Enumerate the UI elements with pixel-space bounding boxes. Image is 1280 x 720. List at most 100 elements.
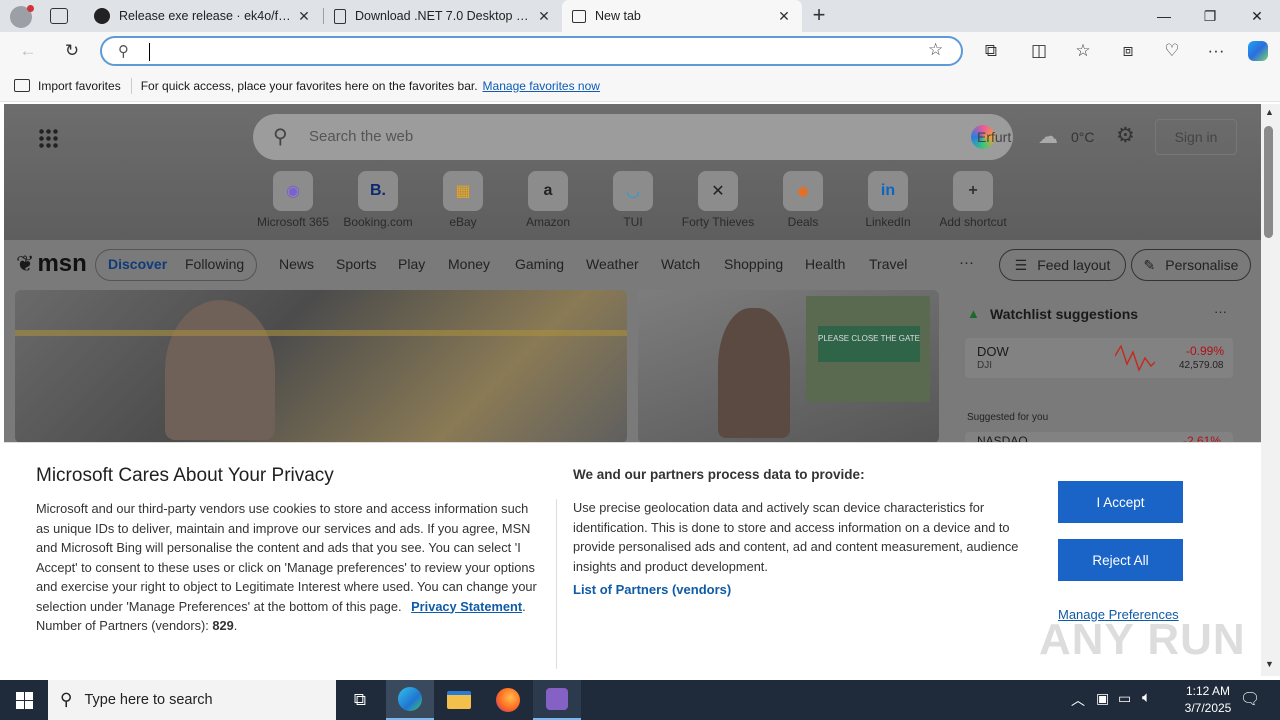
nav-item-health[interactable]: Health	[805, 256, 845, 272]
scroll-up-arrow-icon[interactable]: ▲	[1265, 107, 1274, 117]
close-tab-icon[interactable]: ✕	[776, 8, 792, 25]
nav-item-shopping[interactable]: Shopping	[724, 256, 783, 272]
collections-icon[interactable]: ⧈	[1113, 37, 1143, 65]
taskbar-file-explorer[interactable]	[435, 680, 483, 720]
hero-story-card[interactable]	[15, 290, 627, 443]
tab-following[interactable]: Following	[185, 256, 244, 272]
import-favorites-icon[interactable]	[14, 79, 30, 92]
watchlist-more-icon[interactable]: ···	[1214, 304, 1227, 319]
start-button[interactable]	[0, 680, 48, 720]
clock-time: 1:12 AM	[1185, 684, 1231, 698]
shortcut-tile[interactable]: in LinkedIn	[846, 171, 930, 229]
extensions-icon[interactable]: ⧉	[976, 37, 1006, 65]
network-icon[interactable]: ▭	[1118, 690, 1131, 707]
tab-github-release[interactable]: Release exe release · ek4o/fake-e ✕	[84, 0, 322, 32]
weather-location[interactable]: Erfurt	[977, 129, 1011, 145]
shortcut-tile[interactable]: + Add shortcut	[931, 171, 1015, 229]
taskbar-visual-studio[interactable]	[533, 680, 581, 720]
apps-launcher-icon[interactable]	[38, 128, 58, 148]
sign-in-button[interactable]: Sign in	[1155, 119, 1237, 155]
copilot-icon[interactable]	[1243, 37, 1273, 65]
new-tab-button[interactable]: +	[808, 3, 830, 27]
import-favorites-button[interactable]: Import favorites	[38, 79, 121, 93]
back-button[interactable]: ←	[13, 37, 43, 65]
clock[interactable]: 1:12 AM 3/7/2025	[1170, 683, 1246, 717]
scroll-down-arrow-icon[interactable]: ▼	[1265, 659, 1274, 669]
more-categories-icon[interactable]: ···	[959, 254, 974, 271]
page-scrollbar[interactable]: ▲ ▼	[1261, 104, 1280, 676]
nav-item-gaming[interactable]: Gaming	[515, 256, 564, 272]
close-window-button[interactable]: ✕	[1234, 0, 1280, 32]
address-bar[interactable]: ⚲ ☆	[100, 36, 963, 66]
accept-button[interactable]: I Accept	[1058, 481, 1183, 523]
taskbar-search-placeholder: Type here to search	[84, 692, 213, 708]
shortcut-tile[interactable]: ✕ Forty Thieves	[676, 171, 760, 229]
shortcut-icon: ▦	[443, 171, 483, 211]
minimize-button[interactable]: —	[1141, 0, 1187, 32]
task-view-button[interactable]: ⧉	[336, 680, 384, 720]
favorites-icon[interactable]: ☆	[1068, 37, 1098, 65]
stock-sparkline	[1115, 344, 1155, 372]
personalise-button[interactable]: ✎ Personalise	[1131, 249, 1251, 281]
shortcut-label: Forty Thieves	[681, 215, 755, 229]
shortcut-tile[interactable]: B. Booking.com	[336, 171, 420, 229]
tab-dotnet-download[interactable]: Download .NET 7.0 Desktop Runt ✕	[324, 0, 562, 32]
manage-favorites-link[interactable]: Manage favorites now	[483, 79, 600, 93]
taskbar-firefox[interactable]	[484, 680, 532, 720]
accept-label: I Accept	[1096, 494, 1145, 510]
performance-icon[interactable]: ♡	[1157, 37, 1187, 65]
feed-layout-button[interactable]: ☰ Feed layout	[999, 249, 1126, 281]
privacy-statement-link[interactable]: Privacy Statement	[411, 599, 522, 614]
nav-item-travel[interactable]: Travel	[869, 256, 907, 272]
secondary-story-card[interactable]: PLEASE CLOSE THE GATE	[638, 290, 939, 443]
list-of-partners-link[interactable]: List of Partners (vendors)	[573, 582, 731, 597]
nav-item-play[interactable]: Play	[398, 256, 425, 272]
more-menu-icon[interactable]: ···	[1201, 37, 1231, 65]
close-tab-icon[interactable]: ✕	[536, 8, 552, 25]
msn-logo[interactable]: ❦ msn	[16, 250, 87, 278]
favorite-star-icon[interactable]: ☆	[928, 40, 943, 60]
show-hidden-icons-chevron[interactable]: ︿	[1071, 690, 1085, 710]
refresh-button[interactable]: ↻	[57, 37, 87, 65]
nav-item-weather[interactable]: Weather	[586, 256, 639, 272]
windows-logo-icon	[15, 691, 33, 709]
shortcut-icon: B.	[358, 171, 398, 211]
profile-avatar[interactable]	[10, 5, 34, 28]
shortcut-tile[interactable]: ▦ eBay	[421, 171, 505, 229]
taskbar-search-box[interactable]: ⚲ Type here to search	[48, 680, 336, 720]
stock-value: 42,579.08	[1179, 360, 1224, 371]
nav-item-money[interactable]: Money	[448, 256, 490, 272]
stock-row-dow[interactable]: DOW DJI -0.99% 42,579.08	[965, 338, 1233, 378]
nav-item-news[interactable]: News	[279, 256, 314, 272]
story-image-person	[718, 308, 790, 438]
privacy-body: Microsoft and our third-party vendors us…	[36, 501, 537, 633]
split-screen-icon[interactable]: ◫	[1024, 37, 1054, 65]
tab-actions-icon[interactable]	[50, 8, 68, 24]
story-image-sign: PLEASE CLOSE THE GATE	[806, 296, 930, 402]
shortcut-tile[interactable]: ◉ Microsoft 365	[251, 171, 335, 229]
tab-title: New tab	[595, 9, 641, 23]
reject-all-button[interactable]: Reject All	[1058, 539, 1183, 581]
restore-button[interactable]: ❐	[1187, 0, 1233, 32]
device-icon[interactable]: ▣	[1096, 690, 1109, 707]
nav-item-watch[interactable]: Watch	[661, 256, 700, 272]
address-input[interactable]	[147, 43, 907, 61]
taskbar-edge[interactable]	[386, 680, 434, 720]
volume-icon[interactable]: 🔈︎	[1142, 689, 1151, 706]
tab-title: Download .NET 7.0 Desktop Runt	[355, 9, 536, 23]
settings-gear-icon[interactable]: ⚙	[1116, 123, 1135, 148]
web-search-box[interactable]: ⚲ Search the web	[253, 114, 1013, 160]
tab-new-tab[interactable]: New tab ✕	[562, 0, 802, 32]
close-tab-icon[interactable]: ✕	[296, 8, 312, 25]
tab-discover[interactable]: Discover	[108, 256, 167, 272]
watchlist-card: ▲ Watchlist suggestions ··· DOW DJI -0.9…	[951, 290, 1251, 443]
shortcut-tile[interactable]: a Amazon	[506, 171, 590, 229]
search-icon: ⚲	[118, 43, 129, 60]
notifications-icon[interactable]: 🗨︎	[1240, 689, 1260, 709]
scroll-thumb[interactable]	[1264, 126, 1273, 238]
weather-temperature[interactable]: 0°C	[1071, 129, 1095, 145]
nav-item-sports[interactable]: Sports	[336, 256, 376, 272]
edge-icon	[398, 687, 422, 711]
shortcut-tile[interactable]: ◆ Deals	[761, 171, 845, 229]
shortcut-tile[interactable]: ◡ TUI	[591, 171, 675, 229]
